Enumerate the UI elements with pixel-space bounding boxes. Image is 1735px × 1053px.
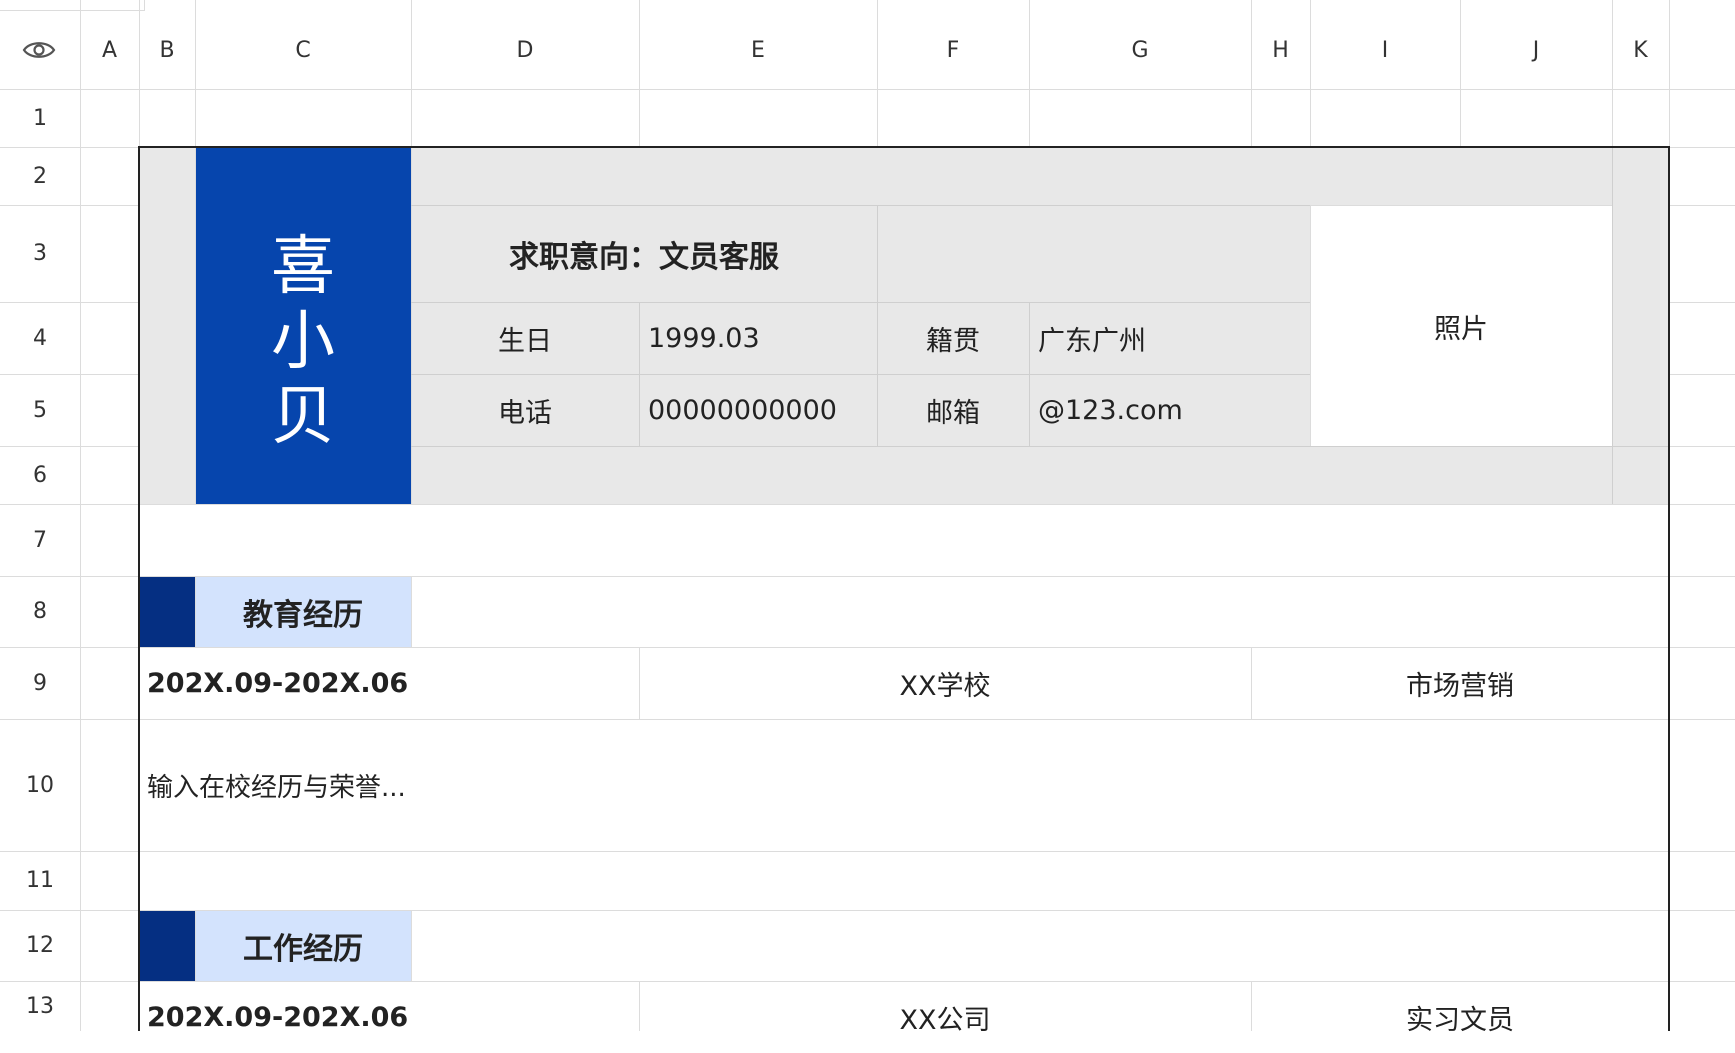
row-header-7[interactable]: 7 — [0, 504, 80, 576]
column-header-f[interactable]: F — [877, 11, 1029, 89]
column-header-g[interactable]: G — [1029, 11, 1251, 89]
row-header-2[interactable]: 2 — [0, 147, 80, 205]
row-header-6[interactable]: 6 — [0, 446, 80, 504]
name-char-3[interactable]: 贝 — [195, 365, 411, 457]
education-title-cell[interactable]: 教育经历 — [195, 576, 411, 647]
toolbar-strip — [0, 0, 1735, 11]
eye-icon[interactable] — [22, 38, 56, 62]
work-period-cell[interactable]: 202X.09-202X.06 — [147, 981, 627, 1053]
education-major-cell[interactable]: 市场营销 — [1251, 647, 1669, 719]
education-notes-cell[interactable]: 输入在校经历与荣誉... — [147, 719, 1647, 851]
column-header-i[interactable]: I — [1310, 11, 1460, 89]
hometown-label-cell[interactable]: 籍贯 — [877, 302, 1029, 374]
column-header-d[interactable]: D — [411, 11, 639, 89]
email-label-cell[interactable]: 邮箱 — [877, 374, 1029, 446]
column-header-e[interactable]: E — [639, 11, 877, 89]
work-company-cell[interactable]: XX公司 — [639, 981, 1251, 1053]
row-header-9[interactable]: 9 — [0, 647, 80, 719]
photo-cell[interactable]: 照片 — [1310, 290, 1612, 362]
job-intent-cell[interactable]: 求职意向：文员客服 — [411, 205, 877, 302]
column-header-c[interactable]: C — [195, 11, 411, 89]
birthday-label-cell[interactable]: 生日 — [411, 302, 639, 374]
education-school-cell[interactable]: XX学校 — [639, 647, 1251, 719]
column-header-b[interactable]: B — [139, 11, 195, 89]
column-header-j[interactable]: J — [1460, 11, 1612, 89]
hometown-value-cell[interactable]: 广东广州 — [1038, 302, 1298, 374]
column-header-k[interactable]: K — [1612, 11, 1669, 89]
education-period-cell[interactable]: 202X.09-202X.06 — [147, 647, 627, 719]
work-position-cell[interactable]: 实习文员 — [1251, 981, 1669, 1053]
row-header-12[interactable]: 12 — [0, 910, 80, 981]
row-header-4[interactable]: 4 — [0, 302, 80, 374]
column-header-h[interactable]: H — [1251, 11, 1310, 89]
row-header-11[interactable]: 11 — [0, 851, 80, 910]
name-box-stub[interactable] — [0, 0, 145, 11]
row-header-5[interactable]: 5 — [0, 374, 80, 446]
row-header-3[interactable]: 3 — [0, 205, 80, 302]
email-value-cell[interactable]: @123.com — [1038, 374, 1298, 446]
work-title-cell[interactable]: 工作经历 — [195, 910, 411, 981]
row-header-8[interactable]: 8 — [0, 576, 80, 647]
phone-label-cell[interactable]: 电话 — [411, 374, 639, 446]
row-header-1[interactable]: 1 — [0, 89, 80, 147]
phone-value-cell[interactable]: 00000000000 — [648, 374, 873, 446]
row-header-10[interactable]: 10 — [0, 719, 80, 851]
column-header-a[interactable]: A — [80, 11, 139, 89]
birthday-value-cell[interactable]: 1999.03 — [648, 302, 868, 374]
row-header-13[interactable]: 13 — [0, 981, 80, 1031]
